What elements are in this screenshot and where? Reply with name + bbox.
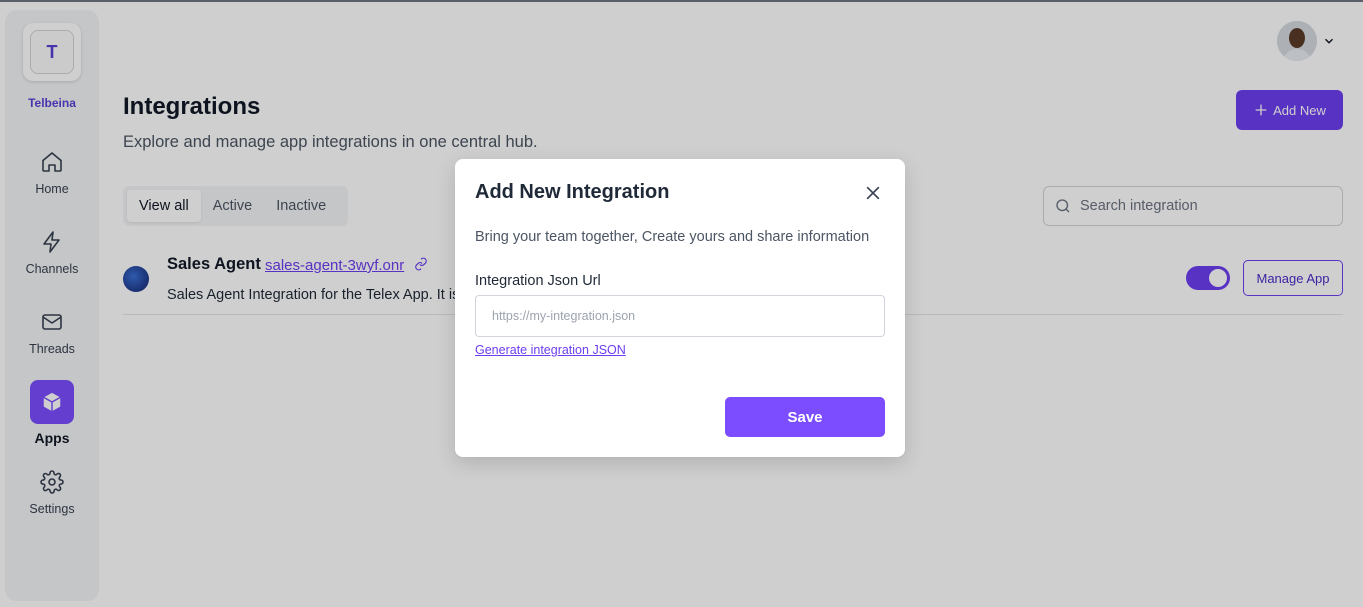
field-label: Integration Json Url [475,273,601,289]
save-button[interactable]: Save [725,397,885,437]
add-integration-modal: Add New Integration Bring your team toge… [455,159,905,457]
integration-url-input[interactable] [475,295,885,337]
modal-title: Add New Integration [475,181,670,203]
modal-description: Bring your team together, Create yours a… [475,229,870,245]
generate-json-link[interactable]: Generate integration JSON [475,343,626,357]
close-icon[interactable] [863,183,883,203]
